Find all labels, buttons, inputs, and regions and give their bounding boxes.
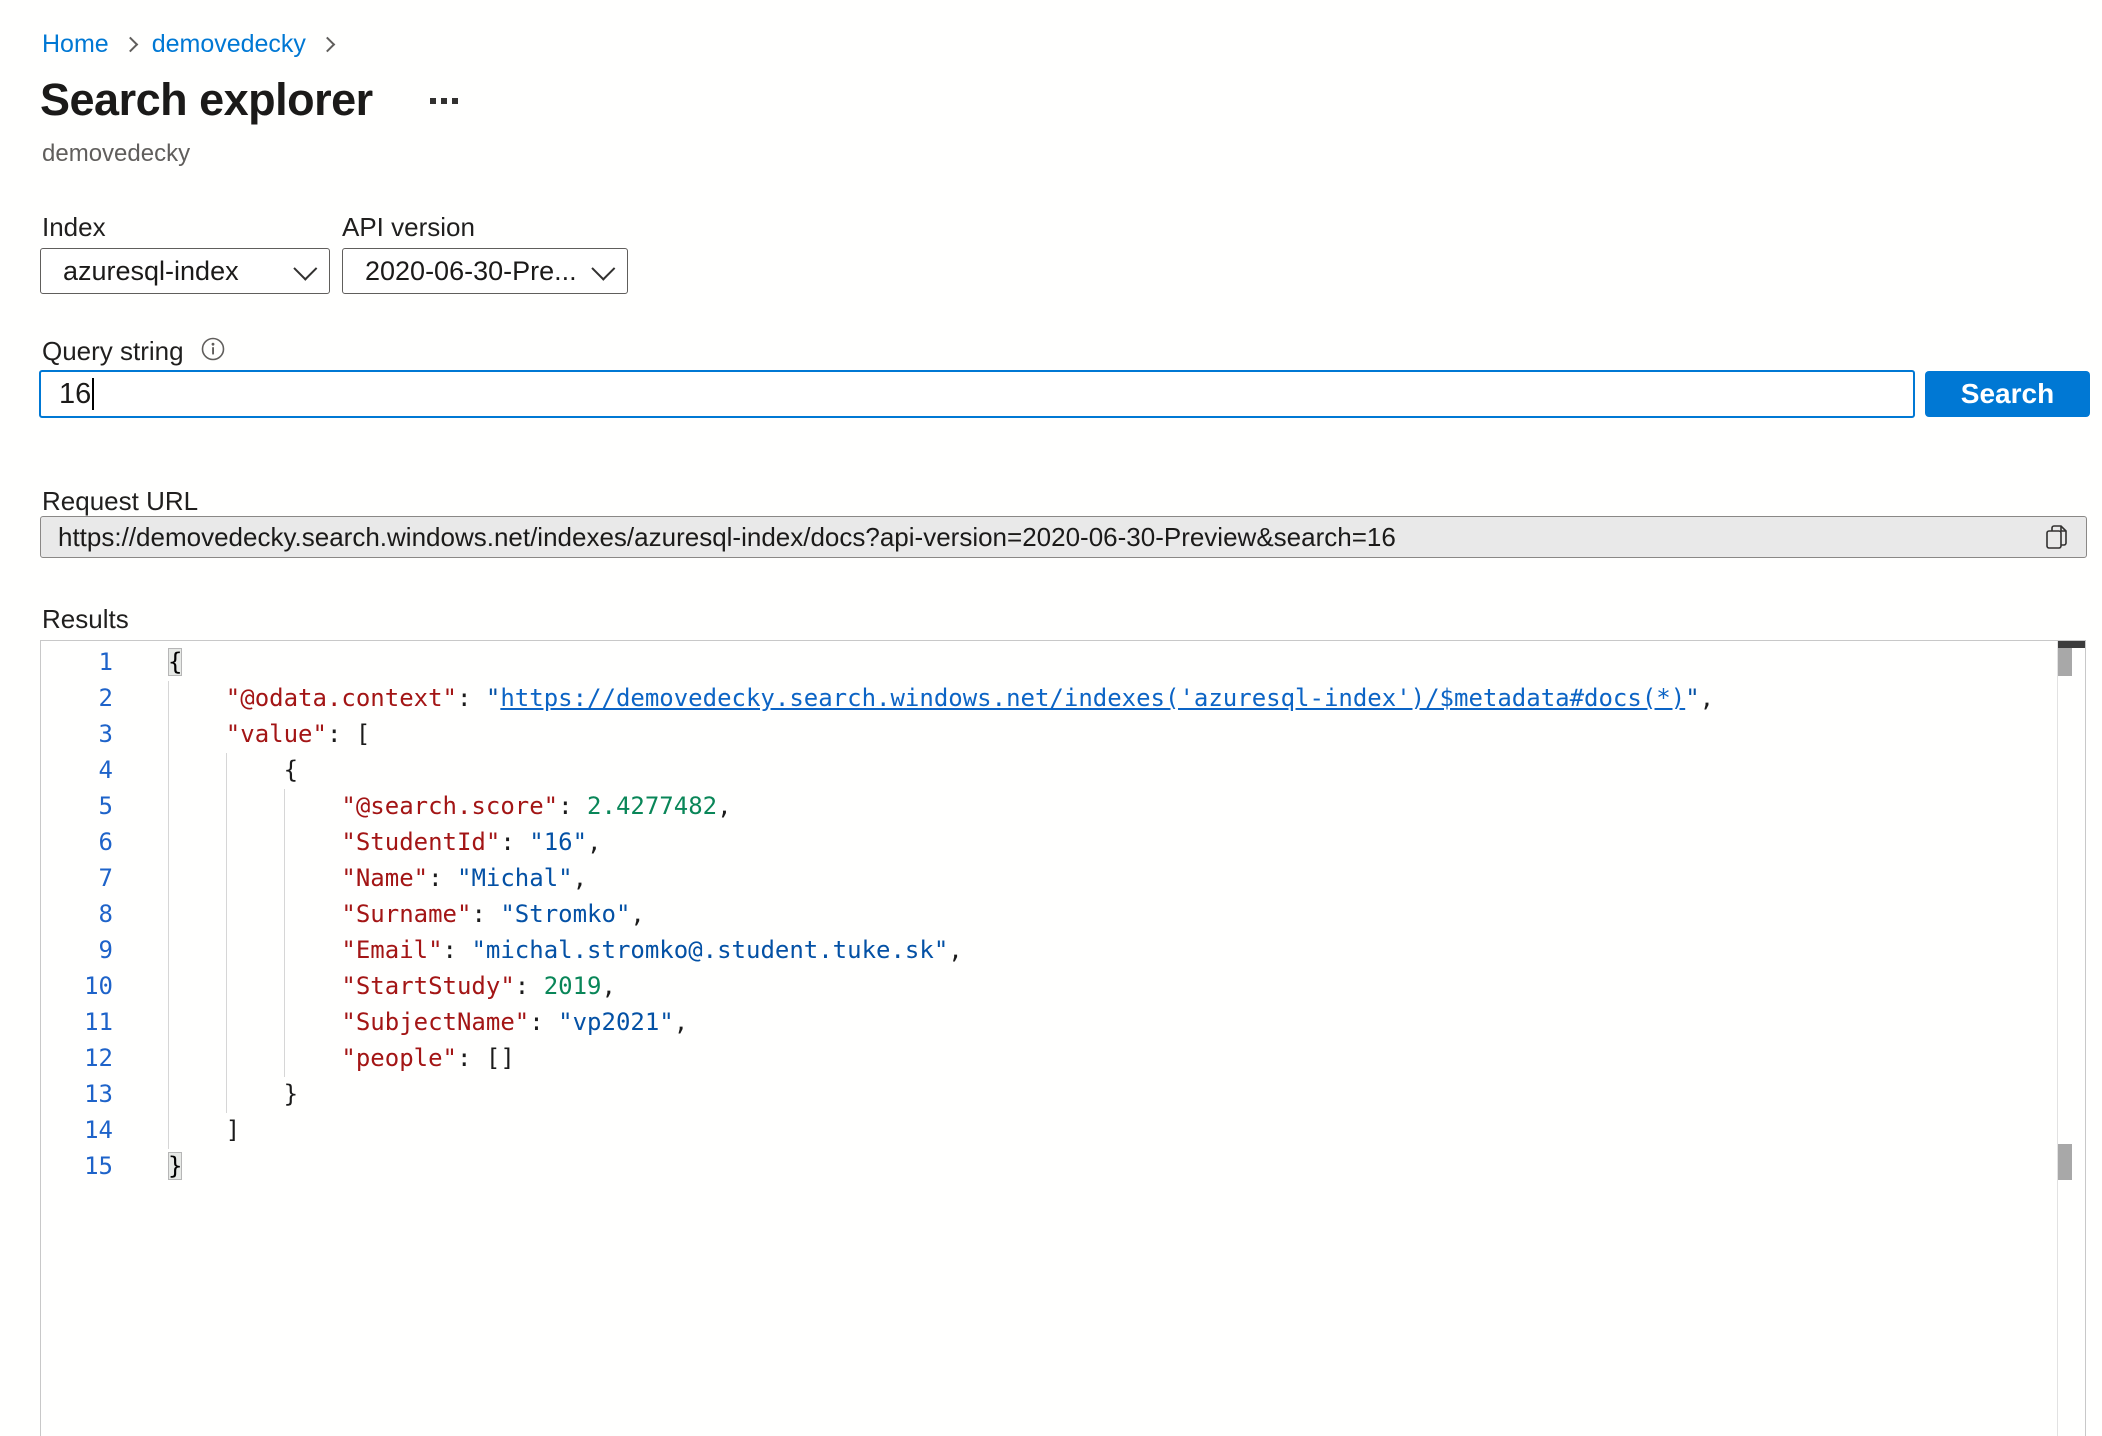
editor-scrollbar-track [2057,641,2058,1436]
line-number: 3 [41,716,113,752]
query-string-label: Query string [42,336,184,367]
line-number: 11 [41,1004,113,1040]
chevron-down-icon [293,256,317,280]
code-line: 10 "StartStudy": 2019, [41,968,2055,1004]
request-url-field[interactable]: https://demovedecky.search.windows.net/i… [40,516,2087,558]
text-caret [92,378,94,410]
info-icon[interactable] [201,337,225,361]
code-line: 12 "people": [] [41,1040,2055,1076]
index-dropdown[interactable]: azuresql-index [40,248,330,294]
code-line: 4 { [41,752,2055,788]
line-number: 10 [41,968,113,1004]
code-line: 8 "Surname": "Stromko", [41,896,2055,932]
line-number: 4 [41,752,113,788]
query-string-value: 16 [59,378,91,411]
code-line: 5 "@search.score": 2.4277482, [41,788,2055,824]
index-dropdown-value: azuresql-index [63,256,239,287]
api-version-dropdown[interactable]: 2020-06-30-Pre... [342,248,628,294]
code-line: 14 ] [41,1112,2055,1148]
request-url-label: Request URL [42,486,198,517]
search-button[interactable]: Search [1925,371,2090,417]
line-number: 12 [41,1040,113,1076]
chevron-right-icon [320,37,336,53]
line-number: 14 [41,1112,113,1148]
overview-ruler-cursor-marker [2058,641,2085,648]
index-label: Index [42,212,106,243]
more-options-icon[interactable] [430,98,458,104]
line-number: 2 [41,680,113,716]
code-line: 1{ [41,644,2055,680]
results-label: Results [42,604,129,635]
line-number: 9 [41,932,113,968]
breadcrumb: Home demovedecky [42,30,335,59]
line-number: 15 [41,1148,113,1184]
scrollbar-thumb[interactable] [2058,1144,2072,1180]
line-number: 1 [41,644,113,680]
line-number: 6 [41,824,113,860]
code-line: 7 "Name": "Michal", [41,860,2055,896]
page-title: Search explorer [40,74,373,126]
breadcrumb-service-link[interactable]: demovedecky [152,30,306,59]
chevron-right-icon [122,37,138,53]
line-number: 7 [41,860,113,896]
copy-icon[interactable] [2042,522,2072,552]
breadcrumb-home-link[interactable]: Home [42,30,109,59]
line-number: 5 [41,788,113,824]
code-line: 15} [41,1148,2055,1184]
line-number: 13 [41,1076,113,1112]
code-lines: 1{2 "@odata.context": "https://demovedec… [41,644,2055,1184]
api-version-label: API version [342,212,475,243]
api-version-dropdown-value: 2020-06-30-Pre... [365,256,577,287]
code-line: 2 "@odata.context": "https://demovedecky… [41,680,2055,716]
chevron-down-icon [591,256,615,280]
request-url-value: https://demovedecky.search.windows.net/i… [58,522,2042,553]
search-explorer-blade: Home demovedecky Search explorer demoved… [0,0,2102,1436]
code-line: 9 "Email": "michal.stromko@.student.tuke… [41,932,2055,968]
editor-scrollbar-thumb[interactable] [2058,648,2072,676]
results-code-editor[interactable]: 1{2 "@odata.context": "https://demovedec… [40,640,2086,1436]
code-line: 6 "StudentId": "16", [41,824,2055,860]
code-line: 3 "value": [ [41,716,2055,752]
line-number: 8 [41,896,113,932]
code-line: 13 } [41,1076,2055,1112]
query-string-input[interactable]: 16 [39,370,1915,418]
page-subtitle: demovedecky [42,140,190,168]
code-line: 11 "SubjectName": "vp2021", [41,1004,2055,1040]
